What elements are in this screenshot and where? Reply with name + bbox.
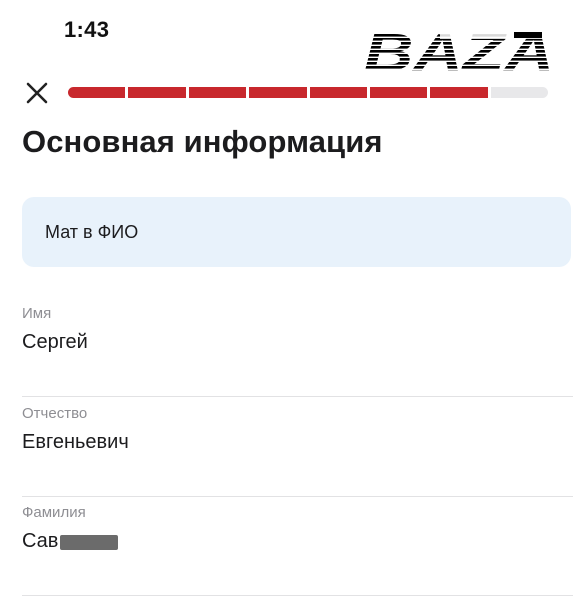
patronymic-value[interactable]: Евгеньевич — [22, 431, 129, 454]
last-name-value: Сав — [22, 530, 59, 552]
step-progress-bar — [68, 87, 548, 98]
progress-segment — [430, 87, 488, 98]
patronymic-field[interactable]: Отчество Евгеньевич — [22, 397, 573, 497]
first-name-field[interactable]: Имя Сергей — [22, 297, 573, 397]
progress-segment — [128, 87, 186, 98]
progress-segment — [309, 87, 367, 98]
progress-segment — [68, 87, 126, 98]
last-name-label: Фамилия — [22, 504, 86, 521]
last-name-field[interactable]: Фамилия Сав — [22, 496, 573, 596]
progress-segment — [188, 87, 247, 98]
status-bar-time: 1:43 — [64, 17, 110, 42]
progress-segment — [249, 87, 307, 98]
baza-watermark-logo: BAZA — [362, 22, 558, 78]
validation-notice: Мат в ФИО — [22, 197, 571, 267]
patronymic-label: Отчество — [22, 405, 88, 422]
progress-segment — [369, 87, 428, 98]
page-title: Основная информация — [22, 124, 383, 159]
first-name-value[interactable]: Сергей — [22, 331, 88, 354]
close-button[interactable] — [22, 78, 52, 108]
last-name-value-wrapper[interactable]: Сав — [22, 530, 119, 553]
first-name-label: Имя — [22, 305, 52, 322]
close-icon — [26, 82, 48, 104]
validation-notice-text: Мат в ФИО — [45, 221, 139, 242]
progress-segment — [490, 87, 548, 98]
redaction-block — [60, 535, 119, 550]
